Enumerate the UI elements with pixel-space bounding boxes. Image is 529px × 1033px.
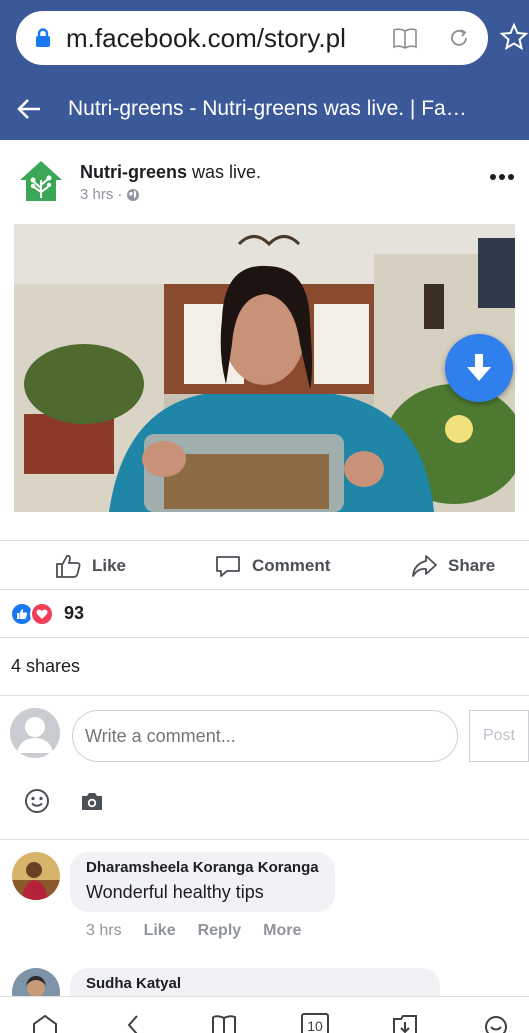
meta-separator: · xyxy=(117,186,123,203)
live-video[interactable] xyxy=(14,224,515,512)
comment-timestamp: 3 hrs xyxy=(86,922,122,939)
commenter-name[interactable]: Dharamsheela Koranga Koranga xyxy=(86,859,319,876)
share-button[interactable]: Share xyxy=(410,541,495,591)
composer-tools xyxy=(0,784,529,840)
browser-toolbar: m.facebook.com/story.pl xyxy=(0,0,529,78)
comment-button[interactable]: Comment xyxy=(214,541,330,591)
comment-like-link[interactable]: Like xyxy=(144,922,176,940)
home-icon[interactable] xyxy=(31,1013,59,1033)
page-logo-avatar[interactable] xyxy=(18,158,64,204)
share-arrow-icon xyxy=(412,555,437,577)
emoji-icon[interactable] xyxy=(24,788,50,814)
comment-composer: Post xyxy=(0,706,529,766)
like-label: Like xyxy=(92,556,127,575)
back-nav-icon[interactable] xyxy=(120,1013,148,1033)
thumbs-up-icon xyxy=(56,554,81,578)
download-arrow-icon xyxy=(467,354,491,381)
commenter-name[interactable]: Sudha Katyal xyxy=(86,975,424,992)
comment-more-link[interactable]: More xyxy=(263,922,301,940)
post-action-bar: Like Comment Share xyxy=(0,540,529,590)
back-arrow-icon[interactable] xyxy=(16,96,42,122)
post-action-text: was live. xyxy=(187,162,262,182)
tabs-count-button[interactable]: 10 xyxy=(301,1013,329,1033)
video-frame-image xyxy=(14,224,515,512)
post-timestamp[interactable]: 3 hrs xyxy=(80,186,113,203)
reader-icon[interactable] xyxy=(392,26,418,50)
post-author-name[interactable]: Nutri-greens xyxy=(80,162,187,182)
love-reaction-icon xyxy=(30,601,54,626)
post-comment-button[interactable]: Post xyxy=(469,710,529,762)
downloads-icon[interactable] xyxy=(391,1013,419,1033)
page-header: Nutri-greens - Nutri-greens was live. | … xyxy=(0,78,529,140)
address-bar[interactable]: m.facebook.com/story.pl xyxy=(16,11,488,65)
share-count-text: 4 shares xyxy=(11,656,81,676)
camera-icon[interactable] xyxy=(80,790,104,812)
post-meta: 3 hrs · xyxy=(80,186,140,203)
globe-icon xyxy=(127,188,140,201)
share-count[interactable]: 4 shares xyxy=(0,638,529,696)
comment-meta: 3 hrs Like Reply More xyxy=(86,922,301,940)
more-options-icon[interactable] xyxy=(489,172,515,182)
post-header: Nutri-greens was live. 3 hrs · xyxy=(0,150,529,216)
lock-icon xyxy=(36,28,50,47)
share-label: Share xyxy=(448,556,496,575)
comment-bubble-icon xyxy=(216,556,240,577)
bookmarks-icon[interactable] xyxy=(210,1013,238,1033)
comment-text: Wonderful healthy tips xyxy=(86,882,264,902)
comment-label: Comment xyxy=(252,556,331,575)
url-text[interactable]: m.facebook.com/story.pl xyxy=(66,23,366,54)
like-button[interactable]: Like xyxy=(54,541,126,591)
comment-input[interactable] xyxy=(72,710,458,762)
page-title: Nutri-greens - Nutri-greens was live. | … xyxy=(68,97,467,120)
download-button[interactable] xyxy=(445,334,513,402)
reaction-count: 93 xyxy=(64,603,85,623)
reaction-icons xyxy=(10,601,56,626)
post-author-line: Nutri-greens was live. xyxy=(80,162,261,183)
browser-bottom-nav: 10 xyxy=(0,996,529,1033)
comment-reply-link[interactable]: Reply xyxy=(198,922,242,940)
star-icon[interactable] xyxy=(499,22,529,52)
reaction-summary[interactable]: 93 xyxy=(0,590,529,638)
commenter-avatar[interactable] xyxy=(12,852,60,900)
reload-icon[interactable] xyxy=(446,25,472,51)
tabs-count: 10 xyxy=(307,1018,323,1033)
user-avatar xyxy=(10,708,60,758)
comment-bubble: Dharamsheela Koranga Koranga Wonderful h… xyxy=(70,852,335,912)
account-icon[interactable] xyxy=(482,1013,510,1033)
